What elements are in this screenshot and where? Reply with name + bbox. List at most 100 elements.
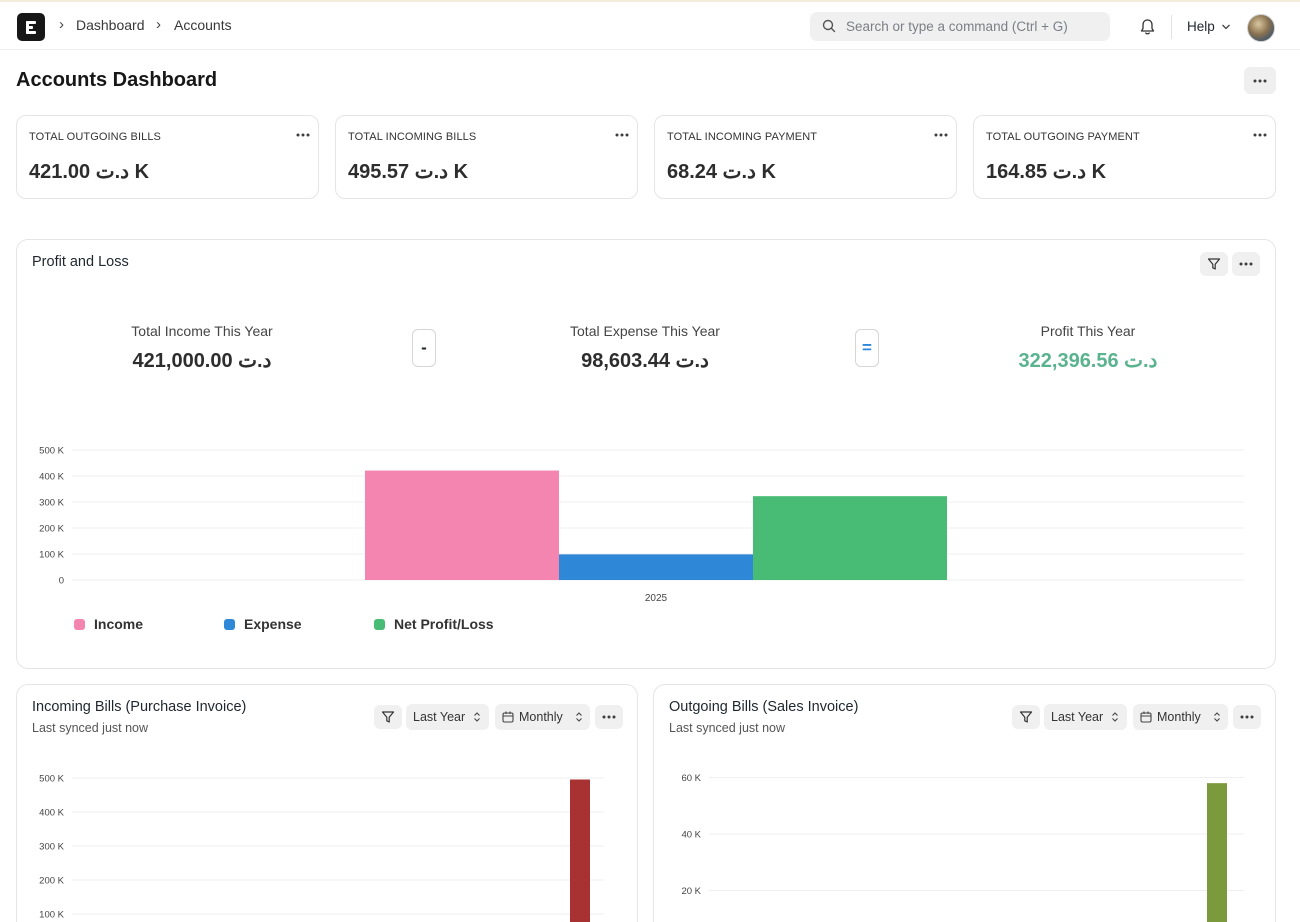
interval-select[interactable]: Monthly: [495, 704, 590, 730]
card-menu-button[interactable]: [296, 129, 310, 141]
legend-label: Net Profit/Loss: [394, 616, 494, 632]
profit-value: 322,396.56 د.ت: [1018, 350, 1158, 372]
y-tick-label: 100 K: [39, 550, 64, 561]
number-card-incoming-bills[interactable]: TOTAL INCOMING BILLS 495.57 د.ت K: [335, 115, 638, 199]
navbar: › Dashboard › Accounts Help: [0, 0, 1300, 50]
bar-net-profit-loss: [753, 496, 947, 580]
bar-expense: [559, 554, 753, 580]
y-tick-label: 500 K: [39, 774, 64, 785]
search-icon: [822, 19, 836, 33]
widget-title: Incoming Bills (Purchase Invoice): [32, 699, 247, 715]
profit-loss-chart: 0 100 K 200 K 300 K 400 K 500 K 2025: [39, 446, 1244, 604]
sort-arrows-icon: [576, 712, 582, 722]
legend-income[interactable]: Income: [74, 616, 143, 632]
last-synced-text: Last synced just now: [669, 721, 786, 735]
x-tick-label: 2025: [645, 593, 668, 604]
minus-operator: -: [412, 329, 436, 367]
period-select-value: Last Year: [1051, 710, 1104, 724]
card-value: 68.24 د.ت K: [667, 161, 776, 183]
page-title: Accounts Dashboard: [16, 69, 218, 91]
chevron-right-icon: ›: [156, 16, 161, 33]
period-select-value: Last Year: [413, 710, 466, 724]
widget-menu-button[interactable]: [595, 705, 623, 729]
calendar-icon: [1140, 711, 1152, 723]
legend-label: Expense: [244, 616, 302, 632]
notification-bell-icon[interactable]: [1139, 18, 1156, 36]
filter-button[interactable]: [1200, 252, 1228, 276]
y-tick-label: 200 K: [39, 876, 64, 887]
card-menu-button[interactable]: [615, 129, 629, 141]
y-tick-label: 0: [59, 576, 64, 587]
widget-menu-button[interactable]: [1232, 252, 1260, 276]
y-tick-label: 500 K: [39, 446, 64, 457]
more-icon: [296, 133, 310, 137]
card-value: 495.57 د.ت K: [348, 161, 469, 183]
number-card-incoming-payment[interactable]: TOTAL INCOMING PAYMENT 68.24 د.ت K: [654, 115, 957, 199]
period-select[interactable]: Last Year: [1044, 704, 1127, 730]
bar-income: [365, 470, 559, 580]
period-select[interactable]: Last Year: [406, 704, 489, 730]
more-icon: [1240, 715, 1254, 719]
y-tick-label: 20 K: [681, 886, 701, 897]
number-card-outgoing-bills[interactable]: TOTAL OUTGOING BILLS 421.00 د.ت K: [16, 115, 319, 199]
card-value: 164.85 د.ت K: [986, 161, 1107, 183]
card-label: TOTAL INCOMING BILLS: [348, 131, 477, 143]
y-tick-label: 200 K: [39, 524, 64, 535]
outgoing-bills-chart: 20 K 40 K 60 K: [681, 773, 1244, 922]
bar: [570, 779, 590, 922]
card-value: 421.00 د.ت K: [29, 161, 150, 183]
chevron-right-icon: ›: [59, 16, 64, 33]
total-income-value: 421,000.00 د.ت: [132, 350, 272, 372]
interval-select-value: Monthly: [1157, 710, 1201, 724]
y-tick-label: 100 K: [39, 910, 64, 921]
interval-select[interactable]: Monthly: [1133, 704, 1228, 730]
legend-expense[interactable]: Expense: [224, 616, 302, 632]
filter-icon: [1207, 258, 1221, 270]
last-synced-text: Last synced just now: [32, 721, 149, 735]
chevron-down-icon[interactable]: [1221, 23, 1231, 31]
widget-title: Outgoing Bills (Sales Invoice): [669, 699, 859, 715]
card-label: TOTAL OUTGOING PAYMENT: [986, 131, 1140, 143]
user-avatar[interactable]: [1247, 14, 1275, 42]
sort-arrows-icon: [1214, 712, 1220, 722]
widget-menu-button[interactable]: [1233, 705, 1261, 729]
y-tick-label: 400 K: [39, 472, 64, 483]
interval-select-value: Monthly: [519, 710, 563, 724]
more-icon: [1253, 133, 1267, 137]
search-bar[interactable]: [810, 12, 1110, 41]
more-icon: [934, 133, 948, 137]
widget-title: Profit and Loss: [32, 254, 129, 270]
y-tick-label: 40 K: [681, 830, 701, 841]
more-icon: [1253, 79, 1267, 82]
profit-label: Profit This Year: [1040, 323, 1136, 339]
y-tick-label: 300 K: [39, 842, 64, 853]
sort-arrows-icon: [474, 712, 480, 722]
breadcrumb-dashboard[interactable]: Dashboard: [76, 17, 145, 33]
breadcrumb-accounts[interactable]: Accounts: [174, 17, 232, 33]
card-label: TOTAL INCOMING PAYMENT: [667, 131, 818, 143]
number-card-outgoing-payment[interactable]: TOTAL OUTGOING PAYMENT 164.85 د.ت K: [973, 115, 1276, 199]
bar: [1207, 783, 1227, 922]
app-logo[interactable]: [17, 13, 45, 41]
calendar-icon: [502, 711, 514, 723]
equals-operator: =: [855, 329, 879, 367]
more-icon: [615, 133, 629, 137]
card-menu-button[interactable]: [1253, 129, 1267, 141]
incoming-bills-chart: 100 K 200 K 300 K 400 K 500 K: [39, 774, 604, 922]
search-input[interactable]: [846, 16, 1101, 36]
filter-button[interactable]: [374, 705, 402, 729]
filter-button[interactable]: [1012, 705, 1040, 729]
page-menu-button[interactable]: [1244, 67, 1276, 94]
card-menu-button[interactable]: [934, 129, 948, 141]
y-tick-label: 400 K: [39, 808, 64, 819]
legend-net-profit[interactable]: Net Profit/Loss: [374, 616, 494, 632]
filter-icon: [1019, 711, 1033, 723]
total-expense-value: 98,603.44 د.ت: [581, 350, 709, 372]
help-menu[interactable]: Help: [1187, 19, 1215, 34]
sort-arrows-icon: [1112, 712, 1118, 722]
more-icon: [1239, 262, 1253, 266]
card-label: TOTAL OUTGOING BILLS: [29, 131, 161, 143]
total-expense-label: Total Expense This Year: [570, 323, 720, 339]
y-tick-label: 60 K: [681, 773, 701, 784]
divider: [1171, 15, 1172, 39]
